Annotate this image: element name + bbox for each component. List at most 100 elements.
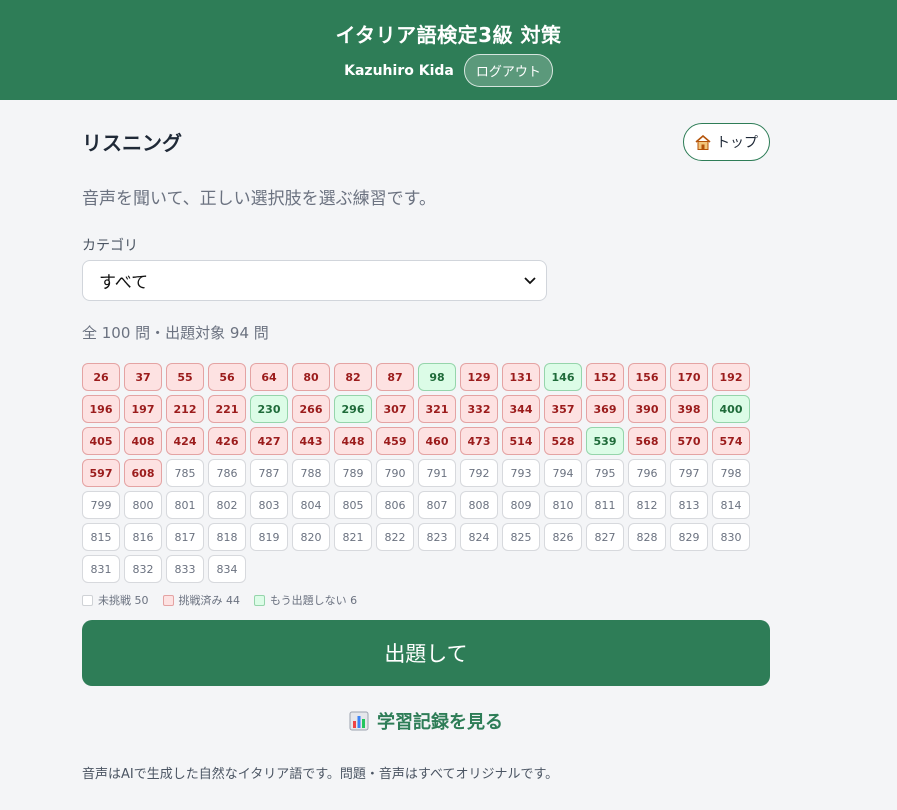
question-chip[interactable]: 408 [124,427,162,455]
question-chip[interactable]: 266 [292,395,330,423]
question-chip[interactable]: 212 [166,395,204,423]
question-chip[interactable]: 296 [334,395,372,423]
question-chip[interactable]: 828 [628,523,666,551]
question-chip[interactable]: 790 [376,459,414,487]
question-chip[interactable]: 87 [376,363,414,391]
question-chip[interactable]: 344 [502,395,540,423]
question-chip[interactable]: 830 [712,523,750,551]
question-chip[interactable]: 230 [250,395,288,423]
question-chip[interactable]: 98 [418,363,456,391]
question-chip[interactable]: 80 [292,363,330,391]
question-chip[interactable]: 802 [208,491,246,519]
question-chip[interactable]: 822 [376,523,414,551]
question-chip[interactable]: 812 [628,491,666,519]
question-chip[interactable]: 152 [586,363,624,391]
question-chip[interactable]: 221 [208,395,246,423]
question-chip[interactable]: 791 [418,459,456,487]
question-chip[interactable]: 787 [250,459,288,487]
question-chip[interactable]: 831 [82,555,120,583]
question-chip[interactable]: 332 [460,395,498,423]
question-chip[interactable]: 815 [82,523,120,551]
question-chip[interactable]: 357 [544,395,582,423]
question-chip[interactable]: 816 [124,523,162,551]
question-chip[interactable]: 803 [250,491,288,519]
question-chip[interactable]: 608 [124,459,162,487]
question-chip[interactable]: 785 [166,459,204,487]
question-chip[interactable]: 794 [544,459,582,487]
question-chip[interactable]: 82 [334,363,372,391]
question-chip[interactable]: 64 [250,363,288,391]
question-chip[interactable]: 568 [628,427,666,455]
question-chip[interactable]: 55 [166,363,204,391]
question-chip[interactable]: 156 [628,363,666,391]
question-chip[interactable]: 810 [544,491,582,519]
question-chip[interactable]: 805 [334,491,372,519]
question-chip[interactable]: 813 [670,491,708,519]
question-chip[interactable]: 824 [460,523,498,551]
question-chip[interactable]: 818 [208,523,246,551]
question-chip[interactable]: 129 [460,363,498,391]
question-chip[interactable]: 825 [502,523,540,551]
question-chip[interactable]: 390 [628,395,666,423]
question-chip[interactable]: 811 [586,491,624,519]
question-chip[interactable]: 131 [502,363,540,391]
question-chip[interactable]: 819 [250,523,288,551]
question-chip[interactable]: 795 [586,459,624,487]
question-chip[interactable]: 804 [292,491,330,519]
question-chip[interactable]: 424 [166,427,204,455]
question-chip[interactable]: 821 [334,523,372,551]
question-chip[interactable]: 56 [208,363,246,391]
question-chip[interactable]: 574 [712,427,750,455]
question-chip[interactable]: 321 [418,395,456,423]
start-quiz-button[interactable]: 出題して [82,620,770,686]
question-chip[interactable]: 807 [418,491,456,519]
question-chip[interactable]: 809 [502,491,540,519]
question-chip[interactable]: 798 [712,459,750,487]
question-chip[interactable]: 405 [82,427,120,455]
question-chip[interactable]: 814 [712,491,750,519]
question-chip[interactable]: 808 [460,491,498,519]
question-chip[interactable]: 570 [670,427,708,455]
question-chip[interactable]: 786 [208,459,246,487]
category-select[interactable]: すべて [82,260,547,301]
question-chip[interactable]: 797 [670,459,708,487]
question-chip[interactable]: 37 [124,363,162,391]
logout-button[interactable]: ログアウト [463,54,553,87]
question-chip[interactable]: 801 [166,491,204,519]
question-chip[interactable]: 26 [82,363,120,391]
question-chip[interactable]: 800 [124,491,162,519]
question-chip[interactable]: 459 [376,427,414,455]
question-chip[interactable]: 820 [292,523,330,551]
question-chip[interactable]: 833 [166,555,204,583]
question-chip[interactable]: 789 [334,459,372,487]
question-chip[interactable]: 829 [670,523,708,551]
question-chip[interactable]: 192 [712,363,750,391]
question-chip[interactable]: 834 [208,555,246,583]
question-chip[interactable]: 369 [586,395,624,423]
question-chip[interactable]: 806 [376,491,414,519]
question-chip[interactable]: 817 [166,523,204,551]
question-chip[interactable]: 796 [628,459,666,487]
question-chip[interactable]: 448 [334,427,372,455]
question-chip[interactable]: 170 [670,363,708,391]
question-chip[interactable]: 460 [418,427,456,455]
question-chip[interactable]: 793 [502,459,540,487]
top-button[interactable]: トップ [683,123,770,161]
question-chip[interactable]: 197 [124,395,162,423]
question-chip[interactable]: 788 [292,459,330,487]
question-chip[interactable]: 832 [124,555,162,583]
question-chip[interactable]: 514 [502,427,540,455]
question-chip[interactable]: 792 [460,459,498,487]
question-chip[interactable]: 307 [376,395,414,423]
question-chip[interactable]: 146 [544,363,582,391]
question-chip[interactable]: 826 [544,523,582,551]
history-link[interactable]: 学習記録を見る [82,708,770,734]
question-chip[interactable]: 443 [292,427,330,455]
question-chip[interactable]: 426 [208,427,246,455]
question-chip[interactable]: 528 [544,427,582,455]
question-chip[interactable]: 473 [460,427,498,455]
question-chip[interactable]: 799 [82,491,120,519]
question-chip[interactable]: 827 [586,523,624,551]
question-chip[interactable]: 400 [712,395,750,423]
question-chip[interactable]: 427 [250,427,288,455]
